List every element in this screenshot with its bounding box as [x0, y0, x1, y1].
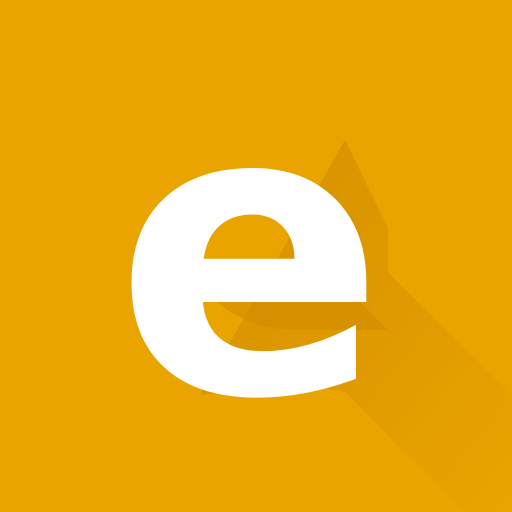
app-icon-tile[interactable]: e — [0, 0, 512, 512]
letter-e-logo-icon: e — [0, 0, 512, 512]
logo-letter: e — [114, 22, 385, 487]
